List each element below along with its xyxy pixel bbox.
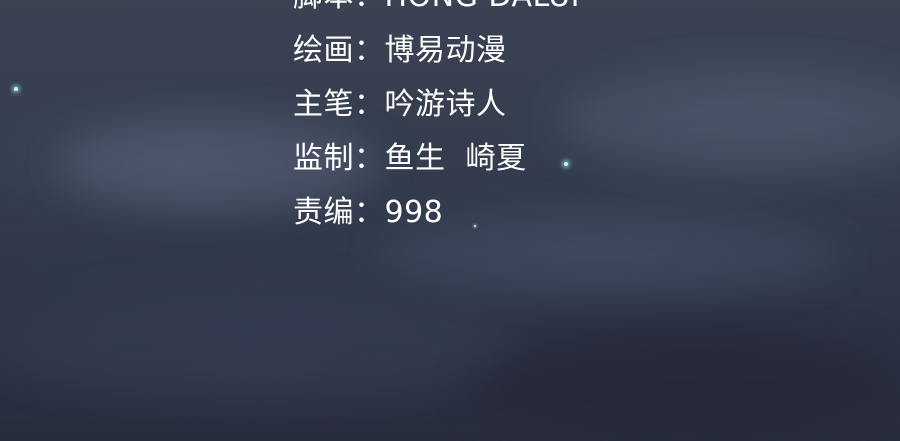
credit-separator: ：: [354, 87, 385, 122]
credit-value: 博易动漫: [384, 33, 507, 68]
credit-lead-artist: 主笔：吟游诗人: [293, 78, 580, 132]
credit-illustration: 绘画：博易动漫: [293, 24, 580, 78]
credit-producer: 监制：鱼生 崎夏: [293, 132, 580, 186]
credit-label: 脚本: [293, 0, 354, 14]
night-sky-background: 脚本：HONG DALUI 绘画：博易动漫 主笔：吟游诗人 监制：鱼生 崎夏 责…: [0, 0, 900, 441]
credit-label: 绘画: [293, 33, 354, 68]
cloud: [470, 330, 900, 440]
credit-separator: ：: [354, 33, 385, 68]
credit-value: 鱼生 崎夏: [384, 141, 527, 176]
credit-value: 998: [384, 195, 444, 230]
credit-value: 吟游诗人: [384, 87, 507, 122]
credit-separator: ：: [354, 0, 385, 14]
credit-editor: 责编：998: [293, 186, 580, 240]
star: [14, 87, 18, 91]
credit-separator: ：: [354, 141, 385, 176]
credits-list: 脚本：HONG DALUI 绘画：博易动漫 主笔：吟游诗人 监制：鱼生 崎夏 责…: [293, 0, 580, 240]
cloud: [560, 70, 900, 170]
credit-label: 主笔: [293, 87, 354, 122]
credit-label: 责编: [293, 195, 354, 230]
cloud: [0, 290, 520, 400]
credit-script: 脚本：HONG DALUI: [293, 0, 580, 24]
credit-label: 监制: [293, 141, 354, 176]
credit-value: HONG DALUI: [385, 0, 581, 14]
credit-separator: ：: [354, 195, 385, 230]
